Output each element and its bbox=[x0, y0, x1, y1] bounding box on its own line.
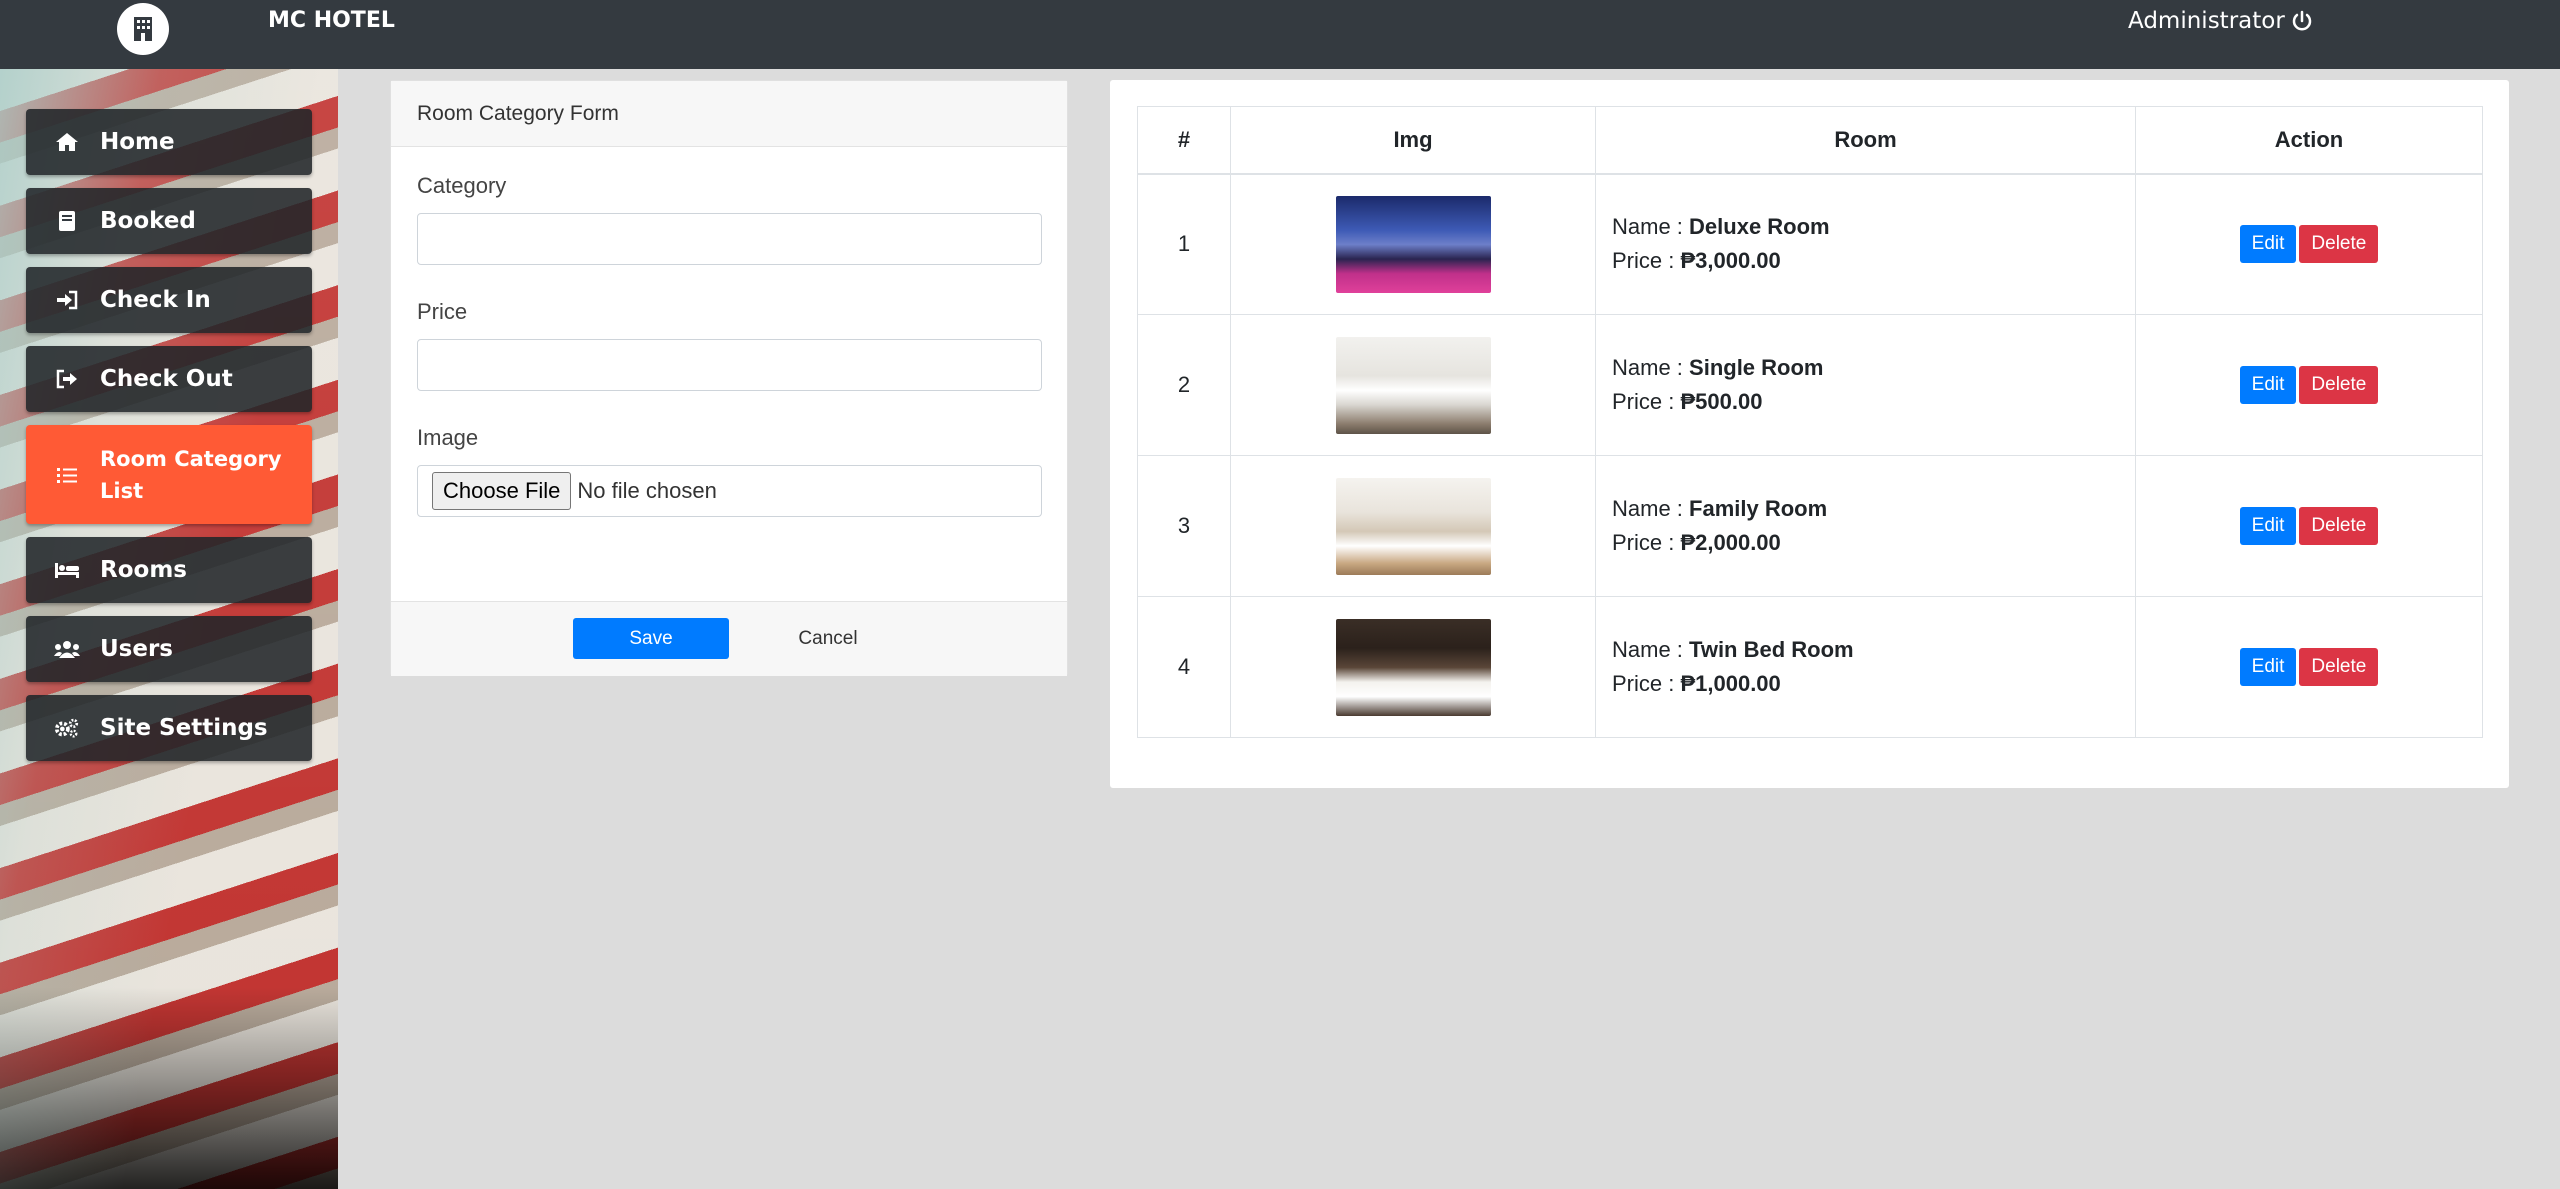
sidebar-item-users[interactable]: Users bbox=[26, 616, 312, 682]
sidebar-item-room-category-list[interactable]: Room Category List bbox=[26, 425, 312, 524]
room-price: ₱2,000.00 bbox=[1680, 530, 1781, 555]
sidebar-item-home[interactable]: Home bbox=[26, 109, 312, 175]
bed-icon bbox=[54, 559, 80, 581]
room-name-line: Name : Deluxe Room bbox=[1612, 214, 1830, 240]
image-file-input[interactable]: Choose File No file chosen bbox=[417, 465, 1042, 517]
room-price: ₱500.00 bbox=[1680, 389, 1763, 414]
room-name: Deluxe Room bbox=[1689, 214, 1830, 240]
file-status-text: No file chosen bbox=[577, 478, 717, 503]
choose-file-button[interactable]: Choose File bbox=[432, 472, 572, 510]
table-header-row: # Img Room Action bbox=[1137, 106, 2483, 175]
column-header-room: Room bbox=[1595, 106, 2136, 175]
building-icon bbox=[134, 17, 152, 41]
price-input[interactable] bbox=[417, 339, 1042, 391]
sidebar-item-rooms[interactable]: Rooms bbox=[26, 537, 312, 603]
brand-title: MC HOTEL bbox=[268, 8, 395, 33]
sidebar: Home Booked Check In Check Out Room Cate… bbox=[0, 69, 338, 1189]
room-category-form: Room Category Form Category Price Image … bbox=[390, 80, 1068, 676]
sidebar-item-label: Users bbox=[100, 636, 173, 662]
sidebar-item-booked[interactable]: Booked bbox=[26, 188, 312, 254]
table-row: 4 Name : Twin Bed Room Price : ₱1,000.00… bbox=[1137, 596, 2483, 738]
form-title: Room Category Form bbox=[391, 81, 1067, 147]
sidebar-item-label: Check In bbox=[100, 287, 211, 313]
cogs-icon bbox=[54, 717, 80, 739]
edit-button[interactable]: Edit bbox=[2239, 225, 2297, 264]
sidebar-item-check-in[interactable]: Check In bbox=[26, 267, 312, 333]
room-name-line: Name : Family Room bbox=[1612, 496, 1828, 521]
sidebar-item-label: Booked bbox=[100, 208, 196, 234]
sidebar-item-check-out[interactable]: Check Out bbox=[26, 346, 312, 412]
price-label: Price bbox=[417, 299, 468, 324]
row-number: 1 bbox=[1137, 173, 1231, 315]
delete-button[interactable]: Delete bbox=[2299, 225, 2379, 264]
edit-button[interactable]: Edit bbox=[2239, 507, 2297, 545]
column-header-img: Img bbox=[1230, 106, 1596, 175]
sidebar-item-label: Rooms bbox=[100, 557, 187, 583]
category-label: Category bbox=[417, 173, 507, 198]
sidebar-item-label: Home bbox=[100, 129, 175, 155]
row-number: 2 bbox=[1137, 314, 1231, 456]
row-number: 3 bbox=[1137, 455, 1231, 597]
list-icon bbox=[54, 464, 80, 486]
column-header-action: Action bbox=[2135, 106, 2483, 175]
room-image-family bbox=[1335, 477, 1491, 575]
room-name: Family Room bbox=[1689, 496, 1828, 521]
room-image-deluxe bbox=[1335, 195, 1491, 293]
room-category-table-card: # Img Room Action 1 Name : Deluxe Room P… bbox=[1110, 80, 2509, 788]
room-name-line: Name : Single Room bbox=[1612, 355, 1824, 380]
sidebar-item-label: Room Category List bbox=[100, 446, 282, 503]
room-name: Single Room bbox=[1689, 355, 1824, 380]
room-name: Twin Bed Room bbox=[1689, 637, 1854, 662]
image-label: Image bbox=[417, 425, 479, 450]
room-price-line: Price : ₱3,000.00 bbox=[1612, 248, 1781, 274]
book-icon bbox=[54, 210, 80, 232]
home-icon bbox=[54, 131, 80, 153]
edit-button[interactable]: Edit bbox=[2239, 648, 2297, 686]
room-category-table: # Img Room Action 1 Name : Deluxe Room P… bbox=[1137, 106, 2483, 738]
sign-in-icon bbox=[54, 289, 80, 311]
room-image-single bbox=[1335, 336, 1491, 434]
user-menu[interactable]: Administrator bbox=[2128, 7, 2313, 35]
power-icon bbox=[2292, 10, 2312, 31]
user-label: Administrator bbox=[2128, 8, 2285, 34]
delete-button[interactable]: Delete bbox=[2299, 507, 2379, 545]
room-price-line: Price : ₱500.00 bbox=[1612, 389, 1763, 414]
row-number: 4 bbox=[1137, 596, 1231, 738]
category-input[interactable] bbox=[417, 213, 1042, 265]
sidebar-nav: Home Booked Check In Check Out Room Cate… bbox=[26, 109, 312, 774]
table-row: 3 Name : Family Room Price : ₱2,000.00 E… bbox=[1137, 455, 2483, 597]
save-button[interactable]: Save bbox=[573, 618, 729, 659]
column-header-number: # bbox=[1137, 106, 1231, 175]
users-icon bbox=[54, 638, 80, 660]
delete-button[interactable]: Delete bbox=[2299, 366, 2379, 404]
room-name-line: Name : Twin Bed Room bbox=[1612, 637, 1854, 662]
top-navbar: MC HOTEL Administrator bbox=[0, 0, 2560, 69]
sidebar-item-label: Check Out bbox=[100, 366, 233, 392]
sign-out-icon bbox=[54, 368, 80, 390]
table-row: 1 Name : Deluxe Room Price : ₱3,000.00 E… bbox=[1137, 173, 2483, 315]
edit-button[interactable]: Edit bbox=[2239, 366, 2297, 404]
sidebar-item-site-settings[interactable]: Site Settings bbox=[26, 695, 312, 761]
table-row: 2 Name : Single Room Price : ₱500.00 Edi… bbox=[1137, 314, 2483, 456]
room-price-line: Price : ₱2,000.00 bbox=[1612, 530, 1781, 555]
room-price: ₱3,000.00 bbox=[1680, 248, 1781, 274]
form-footer: Save Cancel bbox=[391, 601, 1067, 676]
room-image-twin-bed bbox=[1335, 618, 1491, 716]
cancel-button[interactable]: Cancel bbox=[763, 618, 893, 659]
sidebar-item-label: Site Settings bbox=[100, 715, 268, 741]
room-price-line: Price : ₱1,000.00 bbox=[1612, 671, 1781, 696]
hotel-logo bbox=[117, 3, 169, 55]
delete-button[interactable]: Delete bbox=[2299, 648, 2379, 686]
room-price: ₱1,000.00 bbox=[1680, 671, 1781, 696]
